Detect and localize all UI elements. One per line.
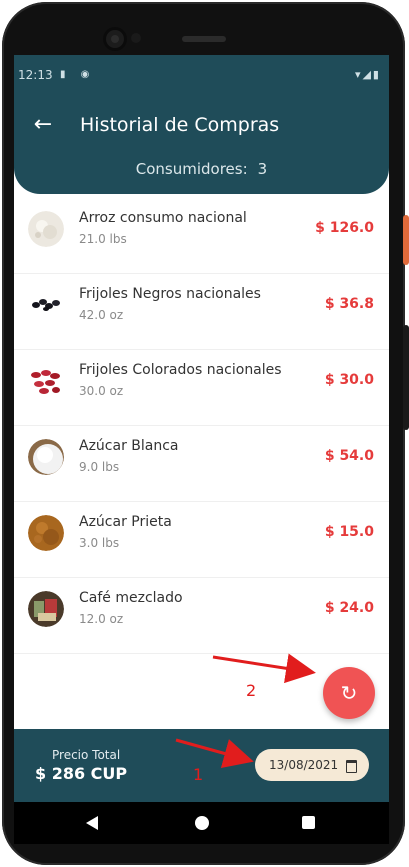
annotation-arrows [175, 653, 316, 769]
annotation-label-2: 2 [246, 681, 257, 700]
annotation-label-1: 1 [193, 765, 204, 784]
